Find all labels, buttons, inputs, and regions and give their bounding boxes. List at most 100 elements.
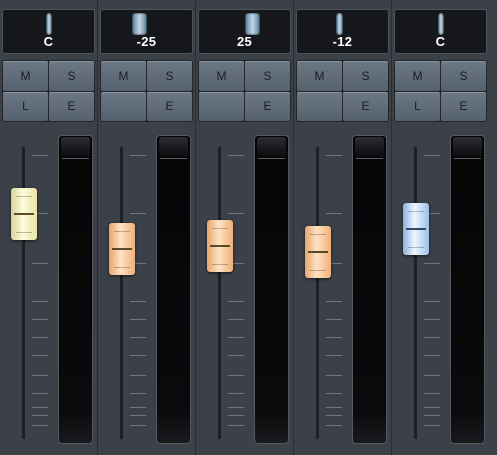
pan-indicator: [438, 13, 444, 35]
meter-zero-mark: [258, 158, 285, 159]
strip-divider: [391, 0, 392, 455]
solo-button[interactable]: S: [49, 61, 94, 91]
pan-control[interactable]: C: [394, 9, 487, 54]
solo-button[interactable]: S: [245, 61, 290, 91]
fader-scale-tick: [32, 155, 48, 156]
pan-indicator: [46, 13, 52, 35]
solo-button[interactable]: S: [343, 61, 388, 91]
pan-indicator: [132, 13, 147, 35]
fader-scale-tick: [130, 319, 146, 320]
listen-button[interactable]: [101, 91, 146, 121]
fader-track[interactable]: [120, 147, 123, 439]
channel-strip-3: 25 M S E: [196, 0, 294, 455]
fader-scale-tick: [424, 375, 440, 376]
fader-scale-tick: [228, 337, 244, 338]
pan-control[interactable]: -12: [296, 9, 389, 54]
fader-scale-tick: [326, 355, 342, 356]
fader-scale-tick: [326, 407, 342, 408]
fader-scale-tick: [424, 301, 440, 302]
fader-handle[interactable]: [402, 203, 429, 255]
fader-scale-tick: [228, 355, 244, 356]
pan-indicator: [335, 13, 343, 35]
fader-scale-tick: [424, 407, 440, 408]
pan-control[interactable]: -25: [100, 9, 193, 54]
fader-scale-tick: [228, 393, 244, 394]
listen-button[interactable]: [199, 91, 244, 121]
meter-clip-indicator[interactable]: [355, 137, 384, 157]
edit-button[interactable]: E: [49, 91, 94, 121]
pan-value-label: 25: [236, 34, 253, 49]
fader-scale-tick: [424, 425, 440, 426]
pan-value-label: -12: [332, 34, 353, 49]
mute-button[interactable]: M: [3, 61, 48, 91]
mute-button[interactable]: M: [395, 61, 440, 91]
fader-area: [294, 135, 392, 445]
fader-scale-tick: [32, 355, 48, 356]
fader-scale-tick: [326, 337, 342, 338]
channel-buttons: MSLE: [394, 60, 487, 122]
meter-clip-indicator[interactable]: [61, 137, 90, 157]
fader-scale-tick: [130, 213, 146, 214]
fader-scale-tick: [32, 375, 48, 376]
mute-button[interactable]: M: [199, 61, 244, 91]
fader-handle[interactable]: [304, 226, 331, 278]
fader-scale-tick: [130, 337, 146, 338]
channel-buttons: MSE: [198, 60, 291, 122]
listen-button[interactable]: L: [3, 91, 48, 121]
level-meter: [352, 135, 387, 444]
channel-buttons: MSE: [100, 60, 193, 122]
pan-control[interactable]: C: [2, 9, 95, 54]
solo-button[interactable]: S: [441, 61, 486, 91]
meter-zero-mark: [160, 158, 187, 159]
channel-buttons: MSLE: [2, 60, 95, 122]
fader-scale-tick: [326, 393, 342, 394]
fader-scale-tick: [32, 393, 48, 394]
fader-scale-tick: [424, 415, 440, 416]
edit-button[interactable]: E: [147, 91, 192, 121]
fader-track[interactable]: [316, 147, 319, 439]
channel-strip-2: -25 M S E: [98, 0, 196, 455]
fader-scale-tick: [228, 301, 244, 302]
fader-track[interactable]: [414, 147, 417, 439]
edit-button[interactable]: E: [441, 91, 486, 121]
mixer-panel: C M S L E -25 M S E 25 M S E -12 M S E C M S L E: [0, 0, 497, 455]
level-meter: [156, 135, 191, 444]
fader-area: [392, 135, 490, 445]
fader-track[interactable]: [218, 147, 221, 439]
mute-button[interactable]: M: [101, 61, 146, 91]
fader-scale-tick: [228, 415, 244, 416]
edit-button[interactable]: E: [245, 91, 290, 121]
fader-handle[interactable]: [108, 223, 135, 275]
solo-button[interactable]: S: [147, 61, 192, 91]
level-meter: [450, 135, 485, 444]
meter-clip-indicator[interactable]: [257, 137, 286, 157]
listen-button[interactable]: L: [395, 91, 440, 121]
fader-scale-tick: [32, 407, 48, 408]
fader-scale-tick: [130, 375, 146, 376]
pan-control[interactable]: 25: [198, 9, 291, 54]
fader-area: [98, 135, 196, 445]
fader-handle[interactable]: [10, 188, 37, 240]
fader-scale-tick: [326, 301, 342, 302]
pan-value-label: C: [43, 34, 54, 49]
fader-scale-tick: [228, 425, 244, 426]
fader-scale-tick: [32, 425, 48, 426]
pan-value-label: C: [435, 34, 446, 49]
fader-scale-tick: [228, 213, 244, 214]
listen-button[interactable]: [297, 91, 342, 121]
meter-clip-indicator[interactable]: [159, 137, 188, 157]
fader-handle[interactable]: [206, 220, 233, 272]
fader-scale-tick: [130, 415, 146, 416]
fader-scale-tick: [326, 425, 342, 426]
edit-button[interactable]: E: [343, 91, 388, 121]
fader-scale-tick: [228, 407, 244, 408]
mute-button[interactable]: M: [297, 61, 342, 91]
fader-area: [196, 135, 294, 445]
strip-divider: [97, 0, 98, 455]
fader-scale-tick: [130, 407, 146, 408]
meter-zero-mark: [454, 158, 481, 159]
fader-scale-tick: [32, 263, 48, 264]
meter-clip-indicator[interactable]: [453, 137, 482, 157]
fader-scale-tick: [130, 355, 146, 356]
fader-area: [0, 135, 98, 445]
